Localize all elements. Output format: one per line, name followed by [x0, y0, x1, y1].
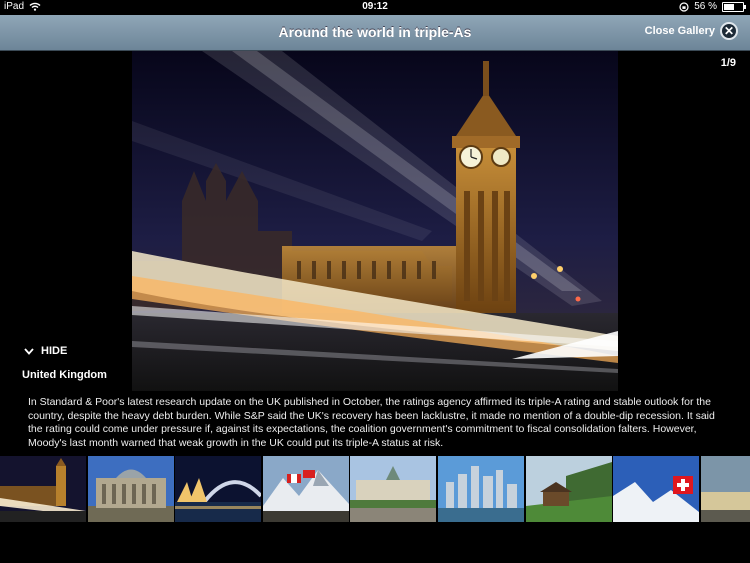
close-icon: ✕: [720, 22, 738, 40]
status-time: 09:12: [362, 1, 388, 12]
thumb-berlin[interactable]: [87, 456, 174, 522]
navigation-bar: Around the world in triple-As Close Gall…: [0, 15, 750, 51]
thumbnail-strip: [0, 456, 750, 522]
status-bar: iPad 09:12 56 %: [0, 0, 750, 15]
photo-counter: 1/9: [720, 57, 736, 69]
close-gallery-label: Close Gallery: [644, 25, 715, 37]
hide-caption-button[interactable]: HIDE: [24, 345, 67, 357]
battery-percent: 56 %: [694, 1, 717, 12]
orientation-lock-icon: [679, 1, 689, 12]
thumb-sydney[interactable]: [175, 456, 262, 522]
hide-label: HIDE: [41, 345, 68, 357]
battery-icon: [722, 1, 746, 12]
thumb-finland[interactable]: [700, 456, 750, 522]
caption-text: In Standard & Poor's latest research upd…: [28, 396, 715, 449]
chevron-down-icon: [24, 347, 34, 355]
thumb-norway-cottage[interactable]: [525, 456, 612, 522]
thumb-switzerland[interactable]: [613, 456, 700, 522]
caption-title: United Kingdom: [22, 369, 107, 381]
gallery-photo[interactable]: [132, 51, 618, 391]
thumb-denmark-palace[interactable]: [350, 456, 437, 522]
gallery-title: Around the world in triple-As: [278, 24, 472, 40]
thumb-city-skyline[interactable]: [437, 456, 524, 522]
close-gallery-button[interactable]: Close Gallery ✕: [645, 22, 738, 40]
thumb-canada-mountains[interactable]: [262, 456, 349, 522]
thumb-london[interactable]: [0, 456, 86, 522]
